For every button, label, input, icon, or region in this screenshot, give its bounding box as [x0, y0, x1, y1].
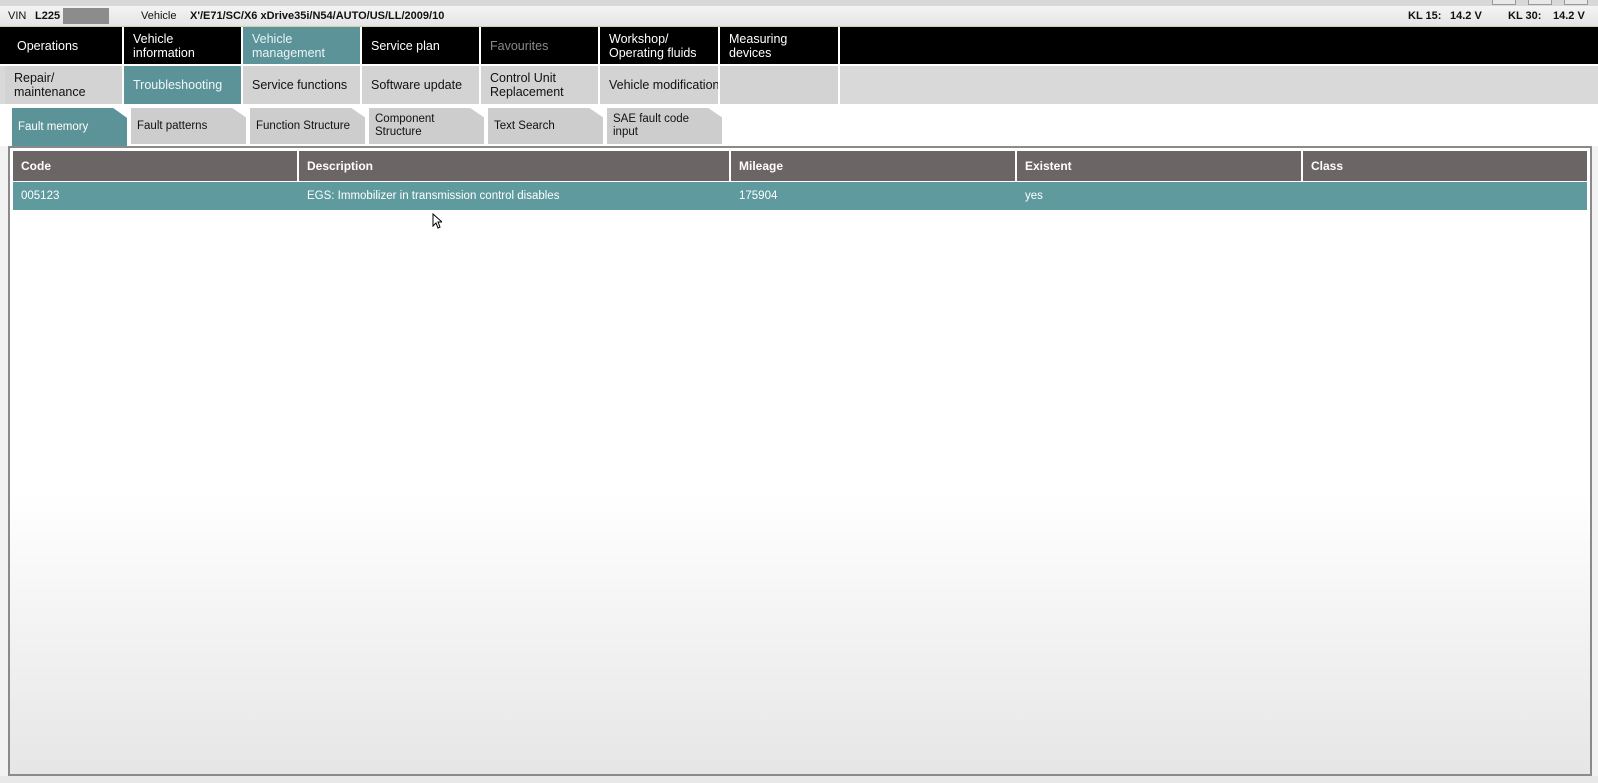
column-header-mileage[interactable]: Mileage [731, 151, 1017, 181]
subtab-software-update[interactable]: Software update [362, 66, 481, 104]
window-maximize-button[interactable] [1528, 0, 1552, 5]
kl15-value: 14.2 V [1450, 10, 1482, 22]
tab-fault-memory[interactable]: Fault memory [12, 108, 127, 146]
column-header-description[interactable]: Description [299, 151, 731, 181]
tab-fault-patterns[interactable]: Fault patterns [131, 108, 246, 144]
tab-vehicle-management[interactable]: Vehicle management [243, 27, 362, 64]
tab-service-plan[interactable]: Service plan [362, 27, 481, 64]
vin-label: VIN [8, 10, 27, 22]
fault-memory-panel: Code Description Mileage Existent Class … [8, 146, 1592, 776]
vin-redaction [63, 8, 109, 24]
column-header-class[interactable]: Class [1303, 151, 1587, 181]
cell-description: EGS: Immobilizer in transmission control… [307, 190, 560, 202]
sub-navigation: Repair/ maintenance Troubleshooting Serv… [0, 64, 1598, 104]
cell-code: 005123 [21, 190, 60, 202]
kl30-value: 14.2 V [1553, 10, 1585, 22]
window-close-button[interactable] [1564, 0, 1588, 5]
subtab-repair-maintenance[interactable]: Repair/ maintenance [5, 66, 124, 104]
subtab-control-unit-replacement[interactable]: Control Unit Replacement [481, 66, 600, 104]
tab-operations[interactable]: Operations [0, 27, 124, 64]
cell-class [1303, 182, 1587, 210]
vehicle-label: Vehicle [141, 10, 177, 22]
cell-mileage: 175904 [739, 190, 778, 202]
cell-existent: yes [1025, 190, 1043, 202]
tab-text-search[interactable]: Text Search [488, 108, 603, 144]
tab-sae-fault-code-input[interactable]: SAE fault code input [607, 108, 722, 144]
mouse-cursor-icon [432, 213, 442, 229]
subtab-empty [720, 66, 840, 104]
bottom-strip [0, 776, 1598, 783]
tab-function-structure[interactable]: Function Structure [250, 108, 365, 144]
tab-vehicle-information[interactable]: Vehicle information [124, 27, 243, 64]
subtab-troubleshooting[interactable]: Troubleshooting [124, 66, 243, 104]
tab-measuring-devices[interactable]: Measuring devices [720, 27, 840, 64]
tab-component-structure[interactable]: Component Structure [369, 108, 484, 144]
tab-favourites[interactable]: Favourites [481, 27, 600, 64]
subtab-vehicle-modification[interactable]: Vehicle modification [600, 66, 720, 104]
column-header-existent[interactable]: Existent [1017, 151, 1303, 181]
table-header: Code Description Mileage Existent Class [13, 151, 1587, 181]
table-row[interactable]: 005123 EGS: Immobilizer in transmission … [13, 182, 1587, 210]
window-minimize-button[interactable] [1492, 0, 1516, 5]
column-header-code[interactable]: Code [13, 151, 299, 181]
vehicle-info-bar: VIN L225 Vehicle X'/E71/SC/X6 xDrive35i/… [0, 6, 1598, 28]
troubleshooting-tabs: Fault memory Fault patterns Function Str… [0, 104, 1598, 146]
main-navigation: Operations Vehicle information Vehicle m… [0, 27, 1598, 64]
kl30-label: KL 30: [1508, 10, 1542, 22]
kl15-label: KL 15: [1408, 10, 1442, 22]
vin-value: L225 [35, 10, 61, 22]
vehicle-value: X'/E71/SC/X6 xDrive35i/N54/AUTO/US/LL/20… [190, 10, 445, 22]
subtab-service-functions[interactable]: Service functions [243, 66, 362, 104]
tab-workshop-operating-fluids[interactable]: Workshop/ Operating fluids [600, 27, 720, 64]
